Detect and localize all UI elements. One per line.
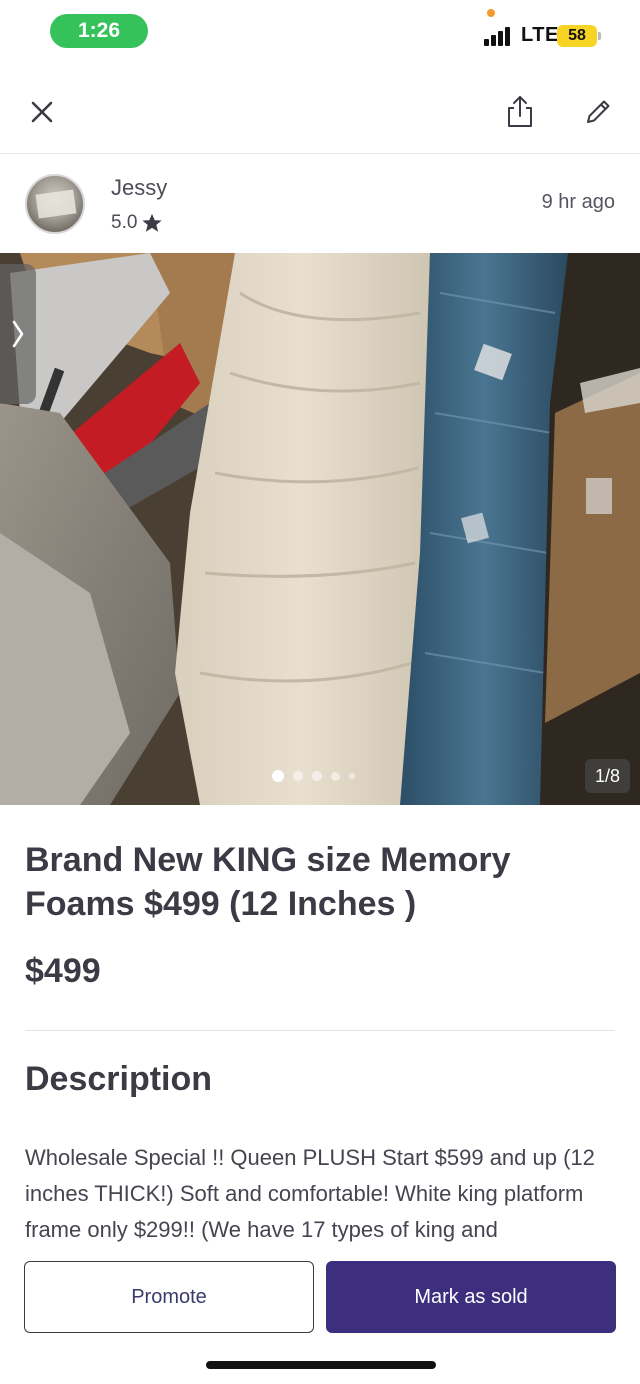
seller-name[interactable]: Jessy — [111, 175, 167, 201]
bottom-action-bar: Promote Mark as sold — [0, 1248, 640, 1384]
description-heading: Description — [25, 1060, 213, 1098]
pagination-dot — [349, 773, 355, 779]
posted-time: 9 hr ago — [541, 191, 615, 213]
photo-counter: 1/8 — [584, 759, 630, 793]
top-nav — [0, 70, 640, 154]
star-icon — [142, 213, 163, 232]
listing-photo[interactable]: 1/8 — [0, 253, 640, 805]
pagination-dot — [293, 771, 303, 781]
chevron-right-icon — [12, 320, 24, 348]
pencil-icon[interactable] — [578, 92, 618, 132]
close-icon[interactable] — [22, 92, 62, 132]
seller-rating: 5.0 — [111, 212, 163, 234]
battery-icon — [598, 32, 601, 40]
signal-strength-icon — [484, 24, 516, 46]
status-time[interactable]: 1:26 — [50, 14, 148, 48]
home-indicator[interactable] — [206, 1361, 436, 1369]
photo-pagination-dots — [272, 770, 364, 782]
description-text: Wholesale Special !! Queen PLUSH Start $… — [25, 1145, 595, 1242]
pagination-dot — [312, 771, 322, 781]
mark-as-sold-button[interactable]: Mark as sold — [326, 1261, 616, 1333]
battery-level: 58 — [557, 25, 597, 47]
listing-price: $499 — [25, 952, 101, 990]
pagination-dot — [331, 771, 340, 781]
divider — [25, 1030, 615, 1031]
share-icon[interactable] — [500, 92, 540, 132]
seller-info[interactable]: Jessy 5.0 9 hr ago — [0, 155, 640, 253]
rating-value: 5.0 — [111, 212, 138, 233]
previous-photo-button[interactable] — [0, 264, 36, 404]
pagination-dot-active — [272, 770, 284, 782]
status-bar: 1:26 LTE 58 — [0, 0, 640, 64]
promote-button[interactable]: Promote — [24, 1261, 314, 1333]
mattress-photo — [0, 253, 640, 805]
listing-title: Brand New KING size Memory Foams $499 (1… — [25, 841, 511, 923]
network-type: LTE — [521, 24, 559, 46]
privacy-indicator-dot — [487, 9, 495, 17]
seller-avatar[interactable] — [25, 174, 85, 234]
